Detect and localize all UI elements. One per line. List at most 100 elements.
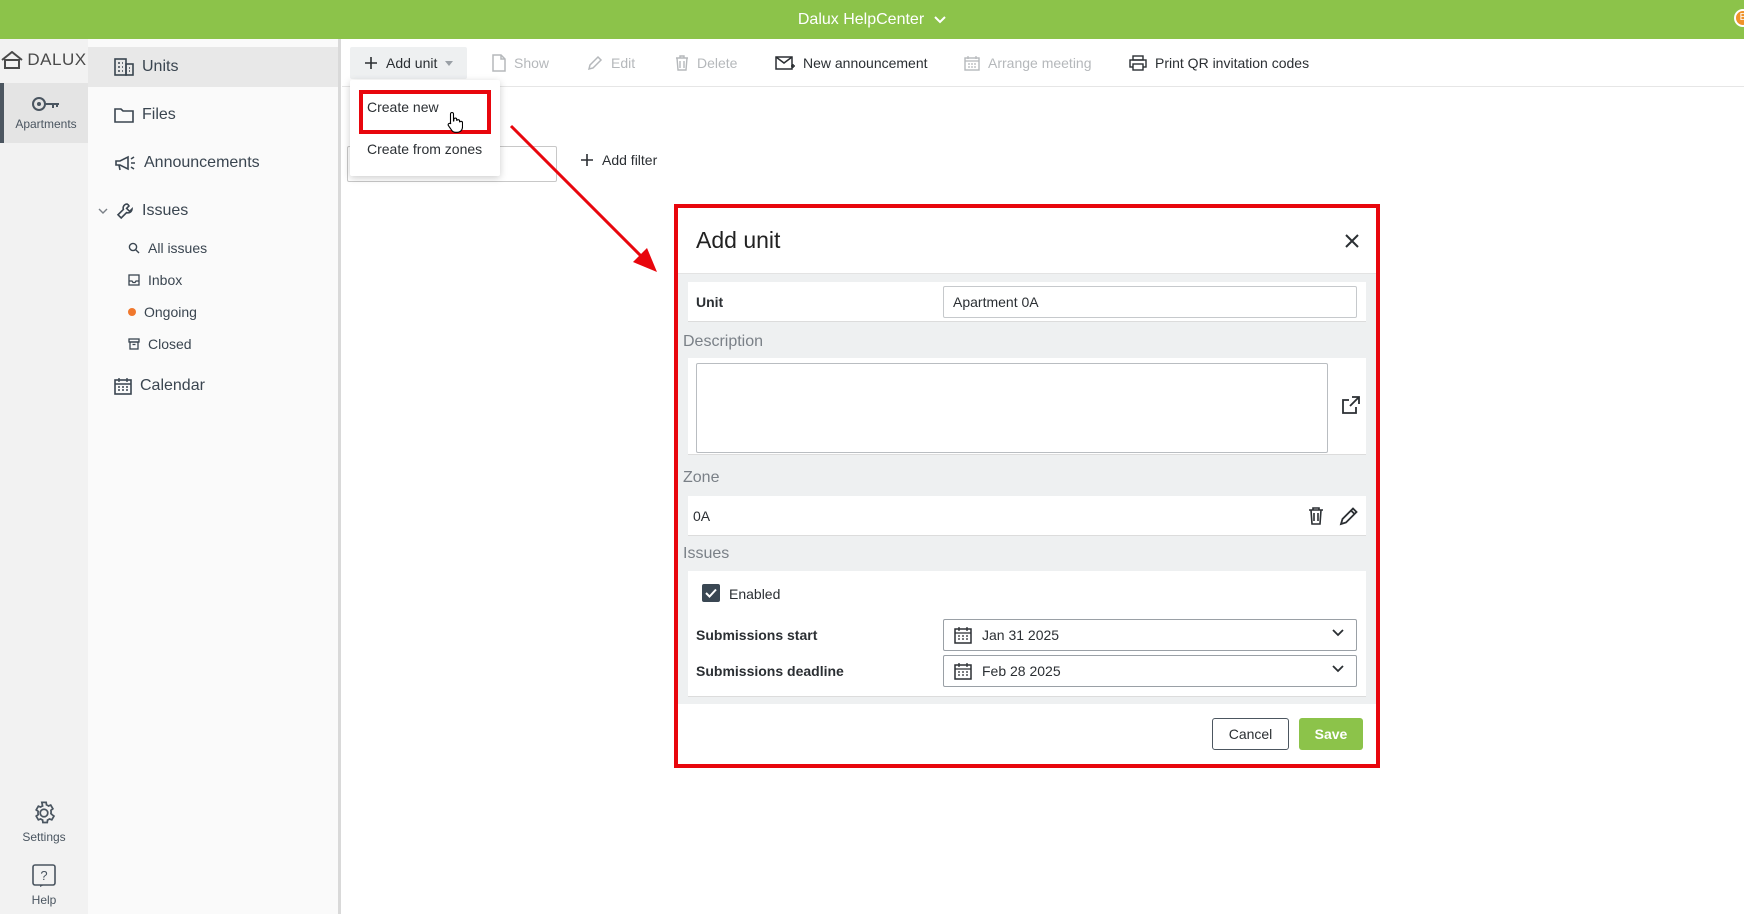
print-qr-button[interactable]: Print QR invitation codes — [1129, 47, 1309, 79]
top-bar: Dalux HelpCenter E — [0, 0, 1744, 39]
description-label: Description — [683, 333, 764, 350]
issues-field-group: Enabled Submissions start Jan 31 2025 Su… — [688, 571, 1366, 697]
zone-value: 0A — [693, 508, 711, 524]
search-icon — [128, 242, 140, 254]
gear-icon — [35, 801, 56, 824]
submissions-deadline-date-picker[interactable]: Feb 28 2025 — [943, 655, 1357, 687]
show-label: Show — [514, 55, 550, 71]
submissions-start-date-picker[interactable]: Jan 31 2025 — [943, 619, 1357, 651]
new-announcement-button[interactable]: New announcement — [775, 47, 928, 79]
checkmark-icon — [705, 588, 717, 598]
menu-item-create-from-zones[interactable]: Create from zones — [350, 134, 500, 164]
sidebar-item-units[interactable]: Units — [88, 47, 338, 87]
arrange-meeting-button[interactable]: Arrange meeting — [964, 47, 1092, 79]
highlight-box-create-new — [359, 90, 491, 134]
sidebar-item-label: Announcements — [144, 154, 260, 171]
dialog-footer: Cancel Save — [678, 704, 1376, 764]
sidebar-item-inbox[interactable]: Inbox — [88, 266, 338, 294]
sidebar-item-all-issues[interactable]: All issues — [88, 234, 338, 262]
megaphone-icon — [115, 155, 135, 171]
help-button[interactable]: ? Help — [0, 863, 88, 907]
show-button[interactable]: Show — [492, 47, 549, 79]
envelope-icon — [775, 56, 795, 70]
document-icon — [492, 54, 506, 72]
plus-icon — [365, 57, 377, 69]
add-unit-label: Add unit — [386, 55, 438, 71]
enabled-label: Enabled — [729, 586, 781, 602]
settings-label: Settings — [22, 830, 66, 844]
close-icon[interactable] — [1344, 233, 1360, 249]
key-icon — [32, 97, 59, 111]
cancel-button[interactable]: Cancel — [1212, 718, 1289, 750]
description-textarea[interactable] — [696, 363, 1328, 453]
issues-section-label: Issues — [683, 545, 730, 562]
unit-name-input[interactable] — [943, 286, 1357, 318]
archive-icon — [128, 338, 140, 350]
user-avatar[interactable]: E — [1734, 9, 1744, 27]
sidebar-item-label: All issues — [148, 240, 208, 256]
description-field-row — [688, 358, 1366, 455]
submissions-start-value: Jan 31 2025 — [982, 627, 1060, 643]
sidebar-item-label: Files — [142, 106, 176, 123]
sidebar-item-announcements[interactable]: Announcements — [88, 143, 338, 183]
menu-item-label: Create from zones — [367, 141, 483, 157]
unit-field-row: Unit — [688, 282, 1366, 322]
open-external-icon[interactable] — [1341, 395, 1361, 415]
arrange-meeting-label: Arrange meeting — [988, 55, 1092, 71]
sidebar-item-label: Calendar — [140, 377, 205, 394]
project-title: Dalux HelpCenter — [797, 10, 925, 28]
sidebar-nav: Units Files Announcements Issues All iss… — [88, 39, 338, 914]
trash-icon[interactable] — [1308, 507, 1324, 525]
sidebar-item-label: Units — [142, 58, 179, 75]
svg-text:?: ? — [40, 868, 47, 883]
save-button[interactable]: Save — [1299, 718, 1363, 750]
submissions-deadline-value: Feb 28 2025 — [982, 663, 1061, 679]
sidebar-item-files[interactable]: Files — [88, 95, 338, 135]
dialog-header: Add unit — [678, 208, 1376, 274]
chevron-down-icon — [98, 208, 108, 214]
dialog-title: Add unit — [696, 227, 781, 253]
chevron-down-icon — [934, 15, 946, 23]
sidebar-item-issues[interactable]: Issues — [88, 191, 338, 231]
wrench-icon — [116, 203, 133, 220]
print-qr-label: Print QR invitation codes — [1155, 55, 1310, 71]
printer-icon — [1129, 55, 1147, 71]
calendar-icon — [954, 663, 972, 680]
trash-icon — [676, 55, 688, 71]
dialog-body: Unit Description Zone 0A Issues Enabled … — [678, 274, 1376, 704]
house-icon — [1, 51, 24, 69]
add-unit-button[interactable]: Add unit — [350, 47, 468, 79]
sidebar-divider[interactable] — [338, 39, 341, 914]
caret-down-icon — [445, 60, 454, 66]
delete-button[interactable]: Delete — [675, 47, 737, 79]
sidebar-item-label: Ongoing — [144, 304, 197, 320]
inbox-icon — [128, 274, 140, 286]
project-switcher[interactable]: Dalux HelpCenter — [798, 11, 946, 29]
app-apartments[interactable]: Apartments — [0, 83, 88, 143]
calendar-icon — [964, 56, 980, 71]
calendar-icon — [954, 627, 972, 644]
enabled-checkbox[interactable] — [702, 584, 720, 602]
help-icon: ? — [32, 864, 56, 887]
chevron-down-icon — [1332, 629, 1344, 637]
edit-button[interactable]: Edit — [587, 47, 635, 79]
ongoing-status-dot — [128, 308, 136, 316]
sidebar-item-calendar[interactable]: Calendar — [88, 366, 338, 406]
sidebar-item-closed[interactable]: Closed — [88, 330, 338, 358]
annotation-arrow — [509, 124, 657, 272]
submissions-start-label: Submissions start — [696, 627, 818, 643]
unit-label: Unit — [696, 294, 724, 310]
logo-text: DALUX — [27, 50, 87, 69]
app-rail: DALUX Apartments Settings ? Help — [0, 39, 88, 914]
settings-button[interactable]: Settings — [0, 800, 88, 844]
zone-label: Zone — [683, 469, 720, 486]
delete-label: Delete — [697, 55, 738, 71]
building-icon — [114, 58, 134, 76]
new-announcement-label: New announcement — [803, 55, 928, 71]
pencil-icon[interactable] — [1339, 506, 1359, 526]
dalux-logo: DALUX — [0, 39, 88, 81]
sidebar-item-ongoing[interactable]: Ongoing — [88, 298, 338, 326]
sidebar-item-label: Issues — [142, 202, 189, 219]
edit-label: Edit — [611, 55, 636, 71]
zone-field-row: 0A — [688, 496, 1366, 536]
